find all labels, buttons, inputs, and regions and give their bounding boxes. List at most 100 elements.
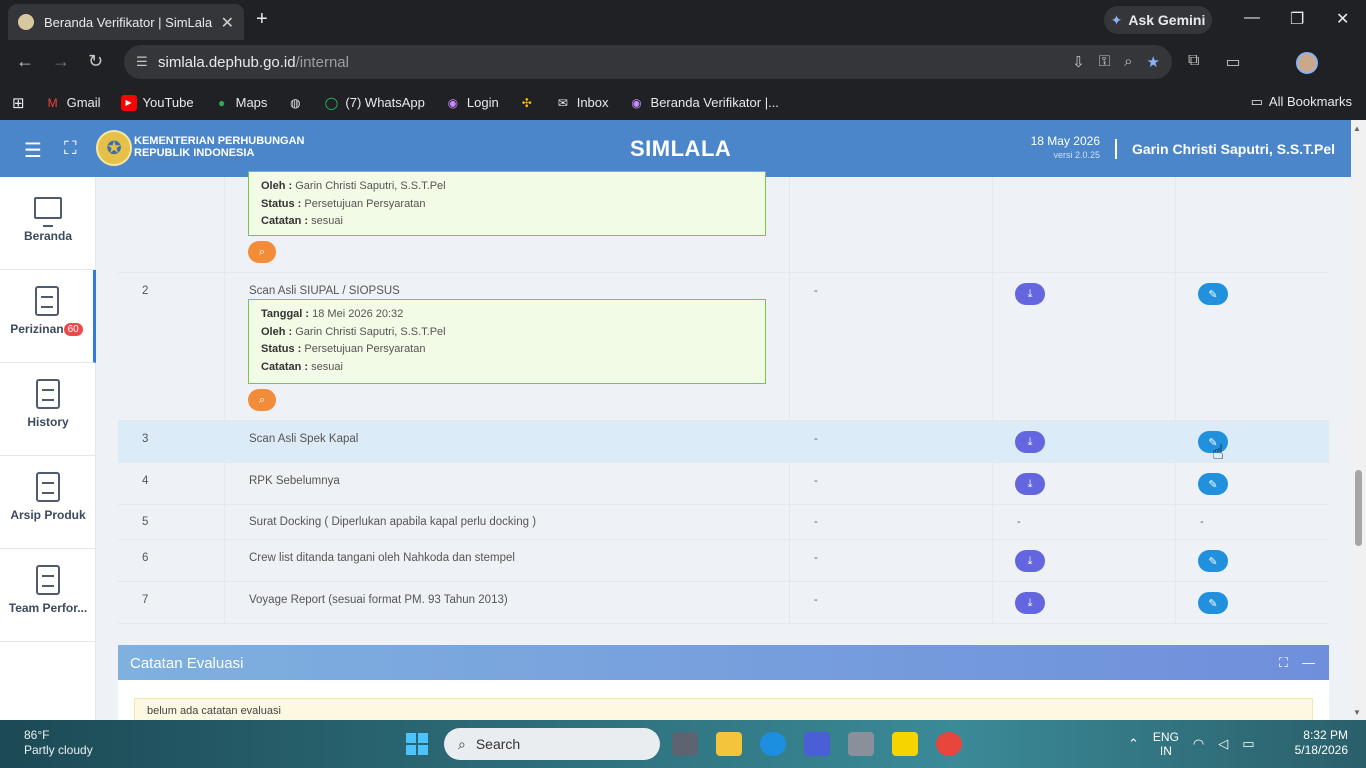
download-icon: ⤓	[1027, 435, 1033, 448]
language-indicator[interactable]: ENG IN	[1153, 730, 1179, 758]
edit-icon: ✎	[1208, 555, 1218, 568]
sidebar: Beranda Perizinan 60 History Arsip Produk…	[0, 177, 96, 720]
edit-button[interactable]: ✎	[1198, 550, 1228, 572]
site-info-icon[interactable]: ☰	[136, 54, 148, 70]
sidebar-item-label: History	[27, 415, 69, 429]
close-window-icon[interactable]: ✕	[1336, 9, 1349, 29]
bookmark-beranda[interactable]: ◉ Beranda Verifikator |...	[629, 95, 779, 111]
bookmark-whatsapp[interactable]: ◯ (7) WhatsApp	[323, 95, 425, 111]
cell-col4: ⤓	[993, 540, 1176, 581]
url-host: simlala.dephub.go.id	[158, 53, 296, 71]
cell-col5: -	[1176, 505, 1329, 539]
table-row: 4 RPK Sebelumnya - ⤓ ✎	[118, 463, 1329, 505]
sidebar-item-arsip-produk[interactable]: Arsip Produk	[0, 456, 96, 549]
expand-icon[interactable]: ⛶	[1279, 655, 1288, 671]
apps-grid-icon[interactable]: ⊞	[12, 94, 25, 112]
extensions-icon[interactable]: ⧉	[1188, 52, 1199, 72]
wifi-icon[interactable]: ◠	[1193, 736, 1204, 752]
download-button[interactable]: ⤓	[1015, 431, 1045, 453]
taskbar-clock[interactable]: 8:32 PM 5/18/2026	[1286, 728, 1348, 758]
clock-time: 8:32 PM	[1303, 728, 1348, 742]
edit-button[interactable]: ✎	[1198, 283, 1228, 305]
back-icon[interactable]: ←	[16, 51, 34, 72]
edit-button[interactable]: ✎	[1198, 473, 1228, 495]
table-row: 6 Crew list ditanda tangani oleh Nahkoda…	[118, 540, 1329, 582]
weather-condition: Partly cloudy	[24, 743, 93, 757]
sidebar-item-team-performance[interactable]: Team Perfor...	[0, 549, 96, 642]
app-icon[interactable]	[804, 732, 830, 756]
bookmark-login[interactable]: ◉ Login	[445, 95, 499, 111]
page-scrollbar[interactable]	[1351, 120, 1366, 720]
reload-icon[interactable]: ↻	[88, 51, 103, 72]
address-bar[interactable]: ☰ simlala.dephub.go.id/internal ⇩ ⚿ ⌕ ★	[124, 45, 1172, 79]
ministry-name: KEMENTERIAN PERHUBUNGAN REPUBLIK INDONES…	[134, 135, 305, 159]
bookmark-label: Login	[466, 95, 499, 110]
document-icon	[36, 472, 60, 502]
download-button[interactable]: ⤓	[1015, 550, 1045, 572]
hamburger-menu-icon[interactable]: ☰	[24, 138, 42, 163]
user-name[interactable]: Garin Christi Saputri, S.S.T.Pel	[1132, 141, 1335, 157]
fullscreen-icon[interactable]: ⛶	[64, 138, 77, 159]
install-app-icon[interactable]: ⇩	[1072, 53, 1085, 71]
taskbar-search[interactable]: ⌕ Search	[444, 728, 660, 760]
forward-icon[interactable]: →	[52, 51, 70, 72]
scroll-down-icon[interactable]: ▼	[1353, 708, 1361, 717]
table-row: Oleh : Garin Christi Saputri, S.S.T.Pel …	[118, 171, 1329, 273]
download-button[interactable]: ⤓	[1015, 283, 1045, 305]
scrollbar-thumb[interactable]	[1355, 470, 1362, 546]
view-detail-button[interactable]: ⌕	[248, 389, 276, 411]
cell-document: Voyage Report (sesuai format PM. 93 Tahu…	[225, 582, 790, 623]
edit-button[interactable]: ✎	[1198, 592, 1228, 614]
password-key-icon[interactable]: ⚿	[1099, 53, 1110, 71]
bookmark-pinwheel[interactable]: ✣	[519, 95, 535, 111]
zoom-icon[interactable]: ⌕	[1124, 53, 1132, 71]
tab-search-icon[interactable]: ▭	[1225, 52, 1240, 72]
sidebar-item-perizinan[interactable]: Perizinan 60	[0, 270, 96, 363]
windows-start-icon[interactable]	[406, 733, 428, 755]
url-path: /internal	[295, 53, 349, 71]
browser-tab-active[interactable]: Beranda Verifikator | SimLala ✕	[8, 4, 244, 40]
task-view-icon[interactable]	[672, 732, 698, 756]
bookmark-youtube[interactable]: ▶ YouTube	[120, 94, 194, 111]
maximize-icon[interactable]: ❐	[1290, 9, 1304, 29]
collapse-icon[interactable]: —	[1302, 655, 1315, 671]
weather-widget[interactable]: 86°F Partly cloudy	[24, 728, 93, 758]
file-explorer-icon[interactable]	[716, 732, 742, 756]
tray-chevron-icon[interactable]: ⌃	[1128, 736, 1139, 752]
bookmark-gmail[interactable]: M Gmail	[45, 95, 101, 111]
windows-taskbar: 86°F Partly cloudy ⌕ Search ⌃ ENG IN ◠ ◁…	[0, 720, 1366, 768]
camera-icon[interactable]	[848, 732, 874, 756]
sidebar-item-history[interactable]: History	[0, 363, 96, 456]
cell-document: Crew list ditanda tangani oleh Nahkoda d…	[225, 540, 790, 581]
close-tab-icon[interactable]: ✕	[221, 13, 234, 33]
bookmark-star-icon[interactable]: ★	[1147, 53, 1160, 71]
scroll-up-icon[interactable]: ▲	[1353, 124, 1361, 133]
sticky-notes-icon[interactable]	[892, 732, 918, 756]
download-button[interactable]: ⤓	[1015, 592, 1045, 614]
monitor-icon	[34, 197, 62, 227]
app-brand: SIMLALA	[630, 136, 732, 161]
bookmark-inbox[interactable]: ✉ Inbox	[555, 95, 609, 111]
note-label: Oleh :	[261, 325, 293, 338]
row-number: 3	[142, 433, 149, 445]
minimize-icon[interactable]: —	[1244, 9, 1260, 27]
volume-icon[interactable]: ◁	[1218, 736, 1228, 752]
bookmark-label: Inbox	[576, 95, 609, 110]
view-detail-button[interactable]: ⌕	[248, 241, 276, 263]
all-bookmarks[interactable]: ▭ All Bookmarks	[1251, 94, 1352, 110]
cell-col4: ⤓	[993, 463, 1176, 504]
gemini-spark-icon: ✦	[1110, 11, 1123, 28]
ask-gemini-button[interactable]: ✦ Ask Gemini	[1104, 6, 1212, 34]
chrome-icon[interactable]	[936, 732, 962, 756]
download-button[interactable]: ⤓	[1015, 473, 1045, 495]
evaluation-panel: Catatan Evaluasi ⛶ — belum ada catatan e…	[118, 645, 1329, 720]
battery-icon[interactable]: ▭	[1242, 736, 1254, 752]
cell-document: Oleh : Garin Christi Saputri, S.S.T.Pel …	[225, 171, 790, 272]
bookmark-globe[interactable]: ◍	[287, 95, 303, 111]
sidebar-item-beranda[interactable]: Beranda	[0, 177, 96, 270]
bookmark-maps[interactable]: ● Maps	[214, 95, 267, 111]
edge-browser-icon[interactable]	[760, 732, 786, 756]
new-tab-icon[interactable]: +	[256, 8, 268, 31]
profile-avatar[interactable]	[1296, 52, 1318, 74]
row-number: 2	[142, 285, 149, 297]
